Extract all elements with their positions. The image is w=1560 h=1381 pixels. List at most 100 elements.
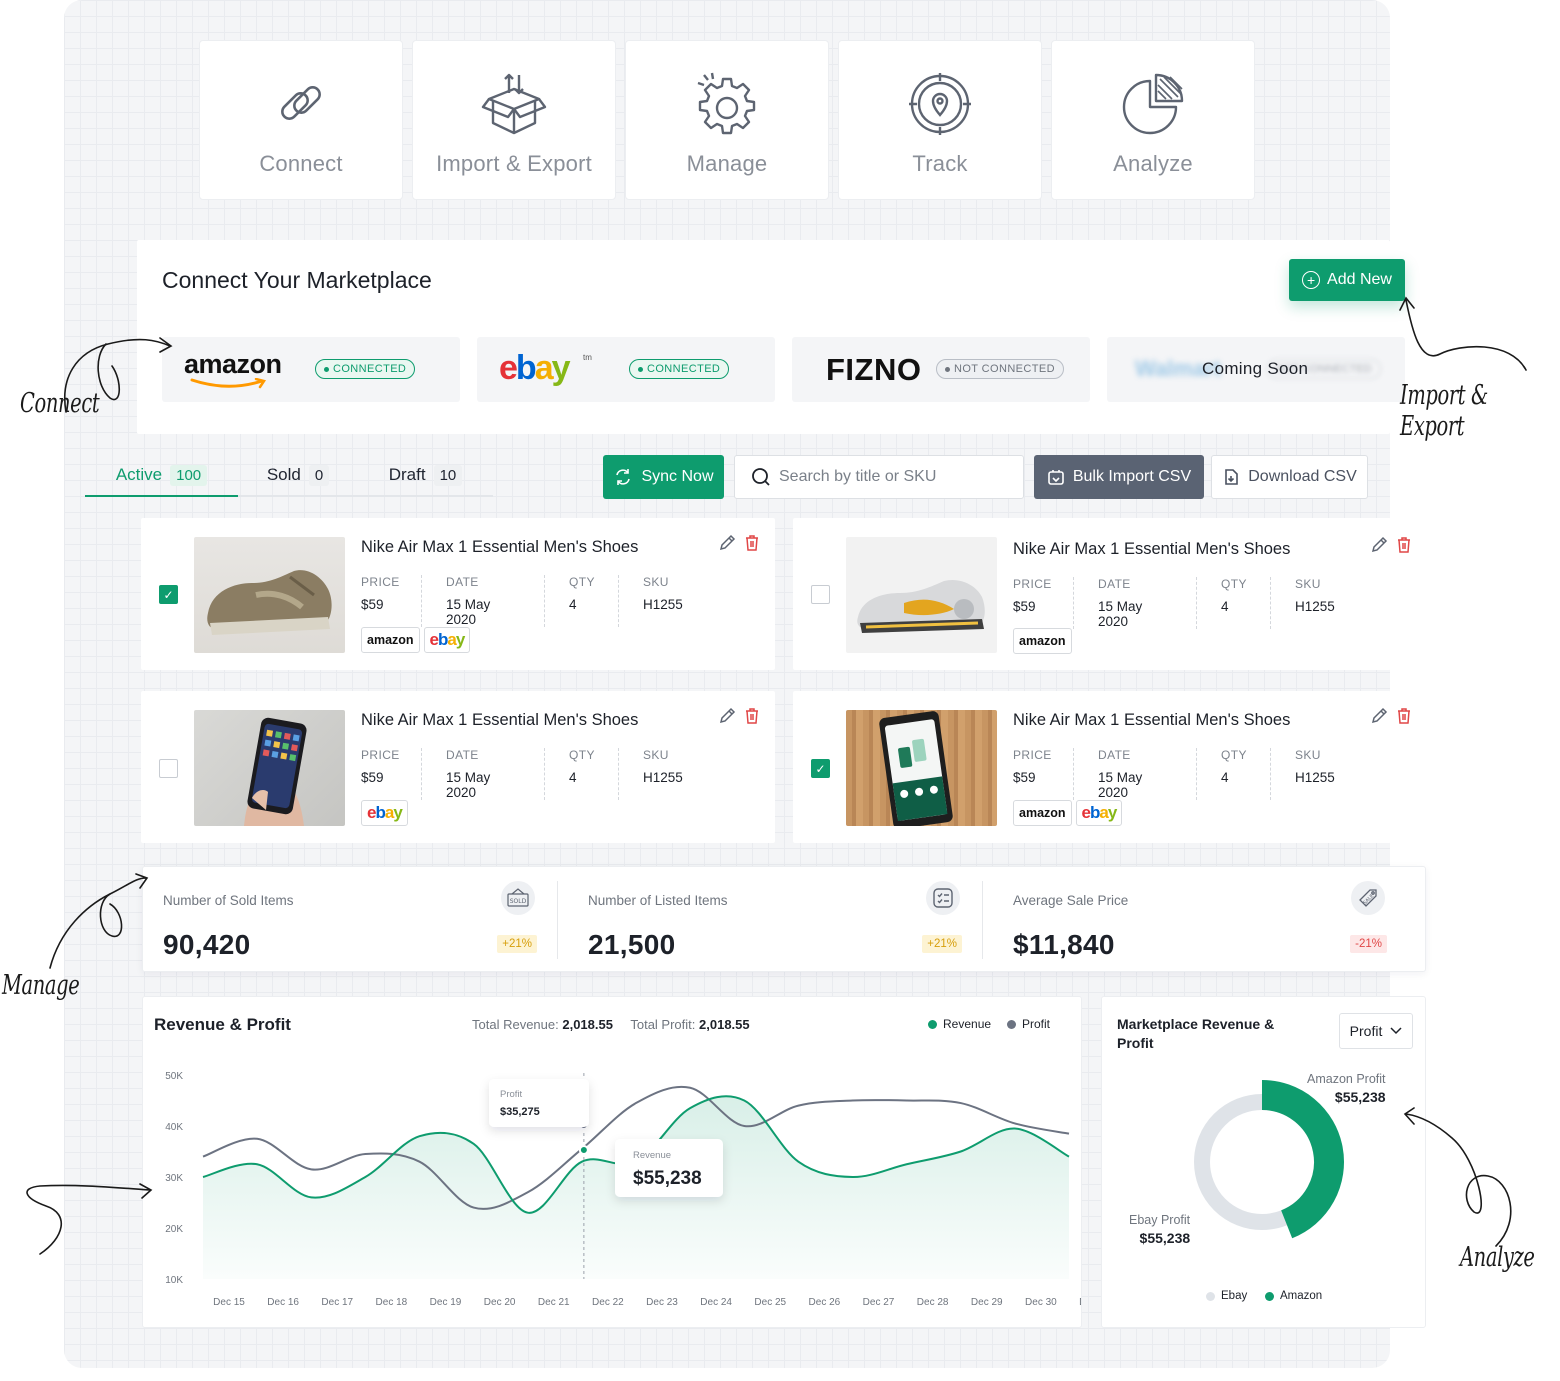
stat-value: 21,500	[588, 929, 676, 960]
stat-label: Number of Listed Items	[588, 893, 728, 908]
sale-tag-icon: SALE	[1351, 881, 1385, 915]
x-tick-label: Dec 23	[646, 1297, 678, 1308]
delete-trash-icon[interactable]	[1395, 536, 1413, 554]
note-connect: Connect	[20, 388, 100, 419]
select-checkbox[interactable]	[159, 759, 178, 778]
gear-icon	[697, 72, 756, 135]
product-card[interactable]: Nike Air Max 1 Essential Men's Shoes PRI…	[141, 691, 775, 843]
product-title: Nike Air Max 1 Essential Men's Shoes	[361, 538, 639, 556]
stat-value: 90,420	[163, 929, 251, 960]
channel-chips: amazon ebay	[361, 627, 471, 653]
add-new-label: Add New	[1327, 271, 1392, 288]
search-placeholder: Search by title or SKU	[779, 468, 937, 485]
add-new-button[interactable]: + Add New	[1289, 259, 1405, 301]
tooltip-label: Profit	[500, 1089, 523, 1100]
product-card[interactable]: ✓ Nike Air Max 1 Essential Men's Shoes P…	[793, 691, 1410, 843]
box-import-icon	[481, 73, 547, 135]
x-tick-label: Dec 29	[971, 1297, 1003, 1308]
trademark-mark: tm	[583, 353, 592, 362]
note-import-export: Import & Export	[1400, 380, 1488, 442]
feature-tile-import-export[interactable]: Import & Export	[412, 40, 616, 200]
amazon-logo: amazon	[184, 349, 282, 389]
product-title: Nike Air Max 1 Essential Men's Shoes	[1013, 540, 1291, 558]
product-title: Nike Air Max 1 Essential Men's Shoes	[361, 711, 639, 729]
tab-draft[interactable]: Draft 10	[358, 455, 493, 495]
stat-divider	[557, 881, 558, 959]
fizno-logo: FIZNO	[826, 352, 922, 387]
stat-listed-items: Number of Listed Items 21,500 +21%	[568, 867, 986, 973]
svg-text:SOLD: SOLD	[510, 898, 527, 905]
delete-trash-icon[interactable]	[743, 707, 761, 725]
product-actions	[1370, 536, 1413, 554]
line-chart-svg: 50K 40K 30K 20K 10K Dec 15 Dec 16 Dec 17 Dec 18 D…	[165, 1071, 1081, 1308]
x-tick-label: Dec 15	[213, 1297, 245, 1308]
y-tick-label: 30K	[165, 1173, 183, 1184]
sold-tag-icon: SOLD	[501, 881, 535, 915]
y-tick-label: 10K	[165, 1275, 183, 1286]
edit-pencil-icon[interactable]	[718, 707, 736, 725]
x-tick-label: Dec 21	[538, 1297, 570, 1308]
product-card[interactable]: ✓ Nike Air Max 1 Essential Men's Shoes P…	[141, 518, 775, 670]
feature-tile-track[interactable]: Track	[838, 40, 1042, 200]
channel-chips: amazon	[1013, 628, 1072, 654]
product-actions	[718, 707, 761, 725]
link-icon	[281, 86, 321, 120]
x-tick-label: Dec 28	[917, 1297, 949, 1308]
import-icon	[1048, 470, 1064, 485]
tab-sold[interactable]: Sold 0	[238, 455, 358, 495]
channel-chips: ebay	[361, 800, 408, 826]
sync-now-button[interactable]: Sync Now	[603, 455, 724, 499]
delete-trash-icon[interactable]	[1395, 707, 1413, 725]
search-input[interactable]: Search by title or SKU	[734, 455, 1024, 499]
select-checkbox[interactable]: ✓	[811, 759, 830, 778]
stat-label: Number of Sold Items	[163, 893, 294, 908]
donut-chart-svg	[1194, 1080, 1344, 1239]
tooltip-label: Revenue	[633, 1150, 671, 1161]
feature-tile-manage[interactable]: Manage	[625, 40, 829, 200]
ebay-chip: ebay	[423, 627, 471, 653]
y-tick-label: 50K	[165, 1071, 183, 1082]
download-icon	[1225, 469, 1239, 485]
stat-divider	[982, 881, 983, 959]
y-tick-label: 40K	[165, 1122, 183, 1133]
revenue-point	[578, 1145, 589, 1155]
product-actions	[718, 534, 761, 552]
edit-pencil-icon[interactable]	[1370, 536, 1388, 554]
stats-bar: Number of Sold Items 90,420 +21% SOLD Nu…	[142, 866, 1426, 972]
y-tick-label: 20K	[165, 1224, 183, 1235]
feature-tiles: Connect Import & Export Manage Track Ana…	[199, 40, 1255, 200]
product-image-sneaker-olive	[194, 537, 345, 653]
product-title: Nike Air Max 1 Essential Men's Shoes	[1013, 711, 1291, 729]
delete-trash-icon[interactable]	[743, 534, 761, 552]
marketplace-title: Connect Your Marketplace	[162, 267, 432, 293]
download-csv-button[interactable]: Download CSV	[1211, 455, 1368, 499]
feature-tile-analyze[interactable]: Analyze	[1051, 40, 1255, 200]
marketplace-card-amazon[interactable]: amazon CONNECTED	[162, 337, 460, 402]
product-image-phone-table	[846, 710, 997, 826]
select-checkbox[interactable]: ✓	[159, 585, 178, 604]
ebay-chip: ebay	[1075, 800, 1123, 826]
x-tick-label: Dec 24	[700, 1297, 732, 1308]
product-card[interactable]: Nike Air Max 1 Essential Men's Shoes PRI…	[793, 518, 1410, 670]
marketplace-card-fizno[interactable]: FIZNO NOT CONNECTED	[792, 337, 1090, 402]
feature-tile-connect[interactable]: Connect	[199, 40, 403, 200]
marketplace-donut-card: Marketplace Revenue & Profit Profit Amaz…	[1101, 996, 1426, 1328]
tooltip-value: $35,275	[500, 1106, 540, 1118]
marketplace-card-ebay[interactable]: ebay tm CONNECTED	[477, 337, 775, 402]
note-manage: Manage	[2, 970, 80, 1001]
ebay-chip: ebay	[361, 800, 408, 826]
x-tick-label: Dec 25	[754, 1297, 786, 1308]
x-tick-label: Dec 17	[321, 1297, 353, 1308]
revenue-profit-chart: Revenue & Profit Total Revenue: 2,018.55…	[142, 996, 1082, 1328]
tab-active[interactable]: Active 100	[85, 455, 238, 497]
select-checkbox[interactable]	[811, 585, 830, 604]
amazon-chip: amazon	[1013, 800, 1072, 826]
x-tick-label: Dec 26	[809, 1297, 841, 1308]
edit-pencil-icon[interactable]	[1370, 707, 1388, 725]
product-image-sneaker-yellow	[846, 537, 997, 653]
stat-sold-items: Number of Sold Items 90,420 +21% SOLD	[143, 867, 561, 973]
product-meta: PRICE $59 DATE 15 May 2020 QTY 4 SKU H1255	[1013, 577, 1335, 629]
edit-pencil-icon[interactable]	[718, 534, 736, 552]
product-actions	[1370, 707, 1413, 725]
bulk-import-button[interactable]: Bulk Import CSV	[1034, 455, 1204, 499]
